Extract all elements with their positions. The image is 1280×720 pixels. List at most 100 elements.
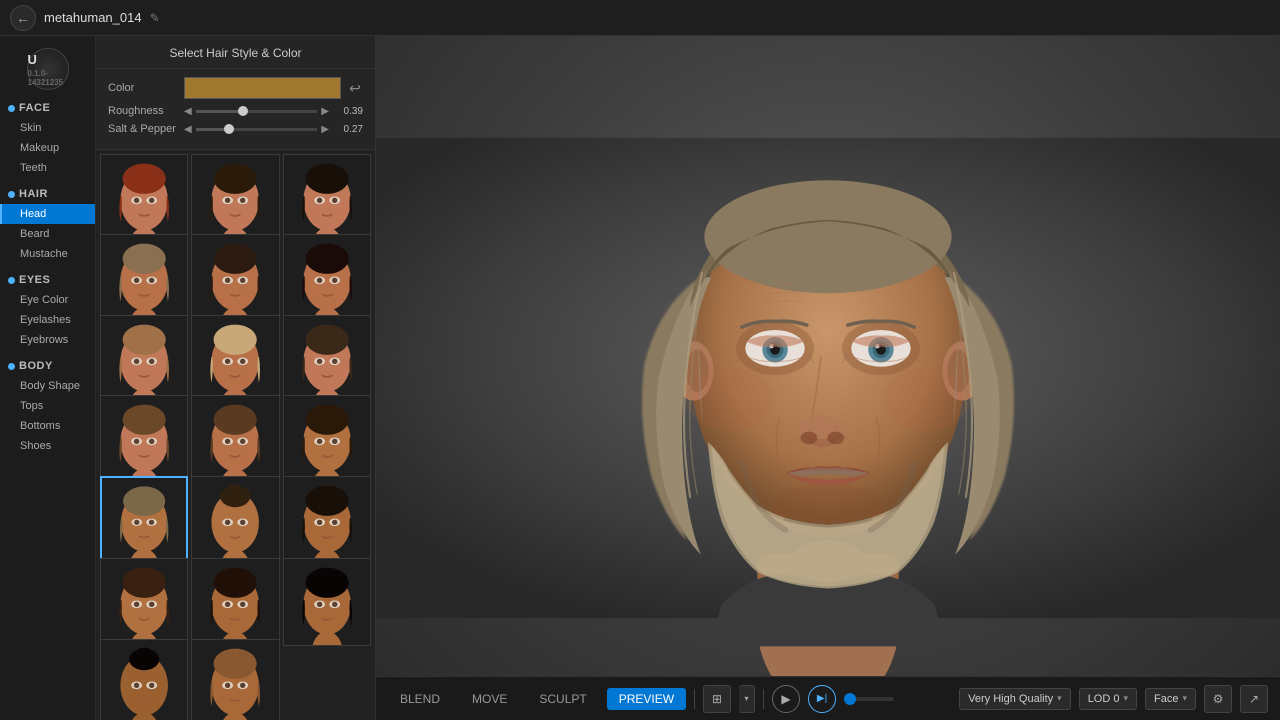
- lod-chevron-icon: ▾: [1123, 693, 1128, 704]
- timeline-playhead[interactable]: [844, 693, 856, 705]
- hair-thumb-10[interactable]: [191, 395, 279, 483]
- quality-label: Very High Quality: [968, 693, 1053, 705]
- ue-logo: U 0.1.0-14321235: [27, 48, 69, 90]
- salt-pepper-slider-container[interactable]: ◀ ▶: [184, 124, 329, 135]
- sidebar-item-eyelashes[interactable]: Eyelashes: [0, 310, 95, 330]
- hair-thumb-7[interactable]: [191, 315, 279, 403]
- settings-icon: ⚙: [1213, 692, 1224, 706]
- sidebar-item-beard[interactable]: Beard: [0, 224, 95, 244]
- face-section-label: FACE: [19, 102, 50, 114]
- play-pause-button[interactable]: ▶: [772, 685, 800, 713]
- hair-thumb-0[interactable]: [100, 154, 188, 242]
- hair-grid: [96, 150, 375, 720]
- section-hair[interactable]: HAIR: [0, 184, 95, 204]
- roughness-row: Roughness ◀ ▶ 0.39: [108, 105, 363, 117]
- color-swatch[interactable]: [184, 77, 341, 99]
- roughness-track[interactable]: [196, 110, 318, 113]
- grid-dropdown[interactable]: ▾: [739, 685, 755, 713]
- hair-section-label: HAIR: [19, 188, 48, 200]
- panel-header: Select Hair Style & Color: [96, 36, 375, 69]
- hair-thumb-4[interactable]: [191, 234, 279, 322]
- roughness-thumb[interactable]: [238, 106, 248, 116]
- hair-thumb-14[interactable]: [283, 476, 371, 564]
- sidebar-item-bottoms[interactable]: Bottoms: [0, 416, 95, 436]
- sidebar-item-eyebrows[interactable]: Eyebrows: [0, 330, 95, 350]
- project-title: metahuman_014: [44, 10, 142, 25]
- timeline-area: [844, 697, 894, 701]
- lod-dropdown[interactable]: LOD 0 ▾: [1079, 688, 1137, 710]
- grid-icon: ⊞: [712, 692, 722, 706]
- sp-value: 0.27: [335, 124, 363, 135]
- step-forward-button[interactable]: ▶|: [808, 685, 836, 713]
- hair-thumb-2[interactable]: [283, 154, 371, 242]
- hair-thumb-19[interactable]: [191, 639, 279, 720]
- export-button[interactable]: ↗: [1240, 685, 1268, 713]
- sidebar-item-skin[interactable]: Skin: [0, 118, 95, 138]
- roughness-slider-container[interactable]: ◀ ▶: [184, 106, 329, 117]
- hair-thumb-8[interactable]: [283, 315, 371, 403]
- hair-thumb-12[interactable]: [100, 476, 188, 564]
- sculpt-button[interactable]: SCULPT: [527, 688, 598, 710]
- edit-title-icon[interactable]: ✎: [150, 11, 160, 25]
- roughness-left-arrow[interactable]: ◀: [184, 106, 192, 117]
- hair-dot: [8, 191, 15, 198]
- body-dot: [8, 363, 15, 370]
- sidebar-item-eye-color[interactable]: Eye Color: [0, 290, 95, 310]
- section-face[interactable]: FACE: [0, 98, 95, 118]
- grid-chevron-icon: ▾: [745, 694, 749, 703]
- main-layout: U 0.1.0-14321235 FACE Skin Makeup Teeth …: [0, 36, 1280, 720]
- eyes-section-label: EYES: [19, 274, 50, 286]
- color-reset-icon[interactable]: ↩: [347, 80, 363, 97]
- sidebar-nav: U 0.1.0-14321235 FACE Skin Makeup Teeth …: [0, 36, 96, 720]
- grid-view-button[interactable]: ⊞: [703, 685, 731, 713]
- hair-panel: Select Hair Style & Color Color ↩ Roughn…: [96, 36, 376, 720]
- ue-version: 0.1.0-14321235: [28, 69, 68, 87]
- section-body[interactable]: BODY: [0, 356, 95, 376]
- hair-thumb-11[interactable]: [283, 395, 371, 483]
- hair-thumb-9[interactable]: [100, 395, 188, 483]
- sidebar-item-body-shape[interactable]: Body Shape: [0, 376, 95, 396]
- back-icon: ←: [16, 10, 30, 26]
- sidebar-item-makeup[interactable]: Makeup: [0, 138, 95, 158]
- preview-button[interactable]: PREVIEW: [607, 688, 686, 710]
- lod-label: LOD 0: [1088, 693, 1120, 705]
- sidebar-item-tops[interactable]: Tops: [0, 396, 95, 416]
- eyes-dot: [8, 277, 15, 284]
- view-dropdown[interactable]: Face ▾: [1145, 688, 1196, 710]
- settings-button[interactable]: ⚙: [1204, 685, 1232, 713]
- hair-thumb-13[interactable]: [191, 476, 279, 564]
- back-button[interactable]: ←: [10, 5, 36, 31]
- play-icon: ▶: [781, 692, 790, 706]
- viewport[interactable]: BLEND MOVE SCULPT PREVIEW ⊞ ▾ ▶ ▶|: [376, 36, 1280, 720]
- timeline-track[interactable]: [844, 697, 894, 701]
- separator-2: [763, 689, 764, 709]
- hair-thumb-17[interactable]: [283, 558, 371, 646]
- section-eyes[interactable]: EYES: [0, 270, 95, 290]
- controls-area: Color ↩ Roughness ◀ ▶ 0.39 Sa: [96, 69, 375, 150]
- sp-track[interactable]: [196, 128, 318, 131]
- hair-thumb-3[interactable]: [100, 234, 188, 322]
- export-icon: ↗: [1249, 692, 1259, 706]
- separator-1: [694, 689, 695, 709]
- quality-dropdown[interactable]: Very High Quality ▾: [959, 688, 1071, 710]
- sp-thumb[interactable]: [224, 124, 234, 134]
- sidebar-item-teeth[interactable]: Teeth: [0, 158, 95, 178]
- blend-button[interactable]: BLEND: [388, 688, 452, 710]
- hair-thumb-5[interactable]: [283, 234, 371, 322]
- hair-thumb-15[interactable]: [100, 558, 188, 646]
- hair-thumb-18[interactable]: [100, 639, 188, 720]
- hair-thumb-16[interactable]: [191, 558, 279, 646]
- roughness-right-arrow[interactable]: ▶: [321, 106, 329, 117]
- sidebar-item-mustache[interactable]: Mustache: [0, 244, 95, 264]
- hair-thumb-1[interactable]: [191, 154, 279, 242]
- step-icon: ▶|: [817, 693, 827, 704]
- sp-left-arrow[interactable]: ◀: [184, 124, 192, 135]
- topbar: ← metahuman_014 ✎: [0, 0, 1280, 36]
- hair-thumb-6[interactable]: [100, 315, 188, 403]
- move-button[interactable]: MOVE: [460, 688, 519, 710]
- sidebar-item-shoes[interactable]: Shoes: [0, 436, 95, 456]
- body-section-label: BODY: [19, 360, 53, 372]
- view-chevron-icon: ▾: [1182, 693, 1187, 704]
- sp-right-arrow[interactable]: ▶: [321, 124, 329, 135]
- sidebar-item-head[interactable]: Head: [0, 204, 95, 224]
